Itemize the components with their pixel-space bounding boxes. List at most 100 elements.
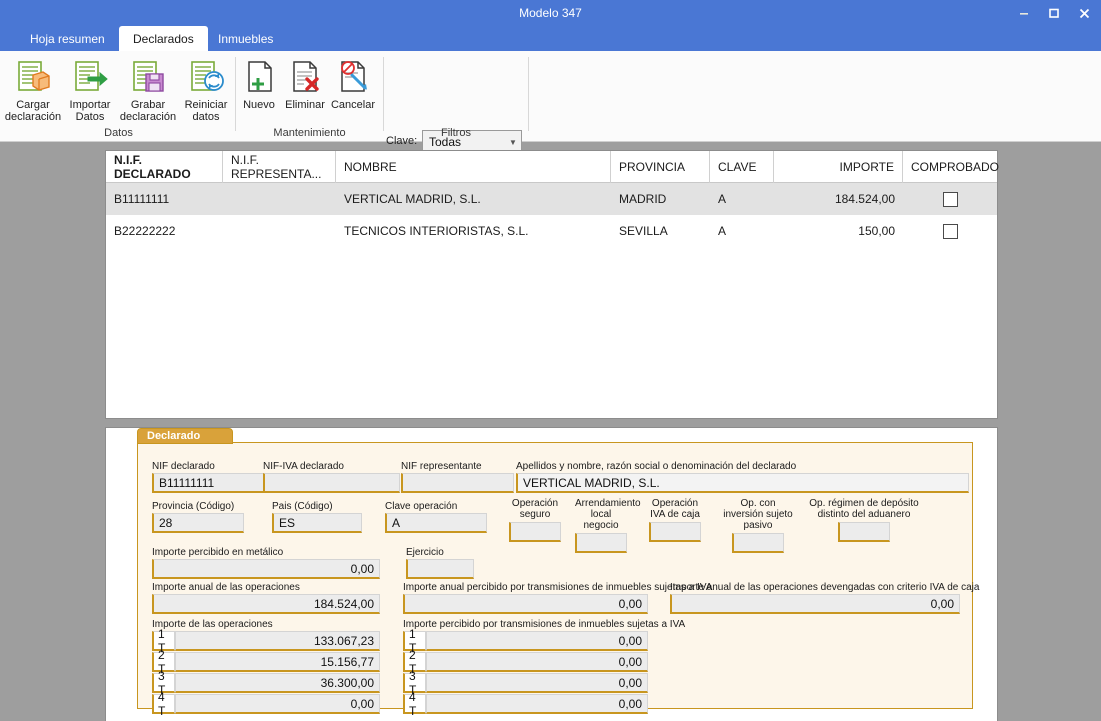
ribbon-label-line1: Importar	[69, 99, 111, 111]
comprobado-checkbox[interactable]	[942, 223, 958, 239]
input-provincia-codigo[interactable]: 28	[152, 513, 244, 533]
ribbon-cargar-declaracion[interactable]: Cargar declaración	[2, 55, 64, 123]
tab-hoja-resumen[interactable]: Hoja resumen	[16, 26, 119, 51]
label-op-regimen-deposito: Op. régimen de depósito distinto del adu…	[809, 498, 919, 520]
ribbon-label-line2: datos	[192, 111, 220, 123]
input-nif-declarado[interactable]: B11111111	[152, 473, 264, 493]
delete-document-icon	[279, 55, 331, 99]
ribbon-label-line2: Datos	[75, 111, 105, 123]
ribbon-label-line1: Cancelar	[330, 99, 376, 111]
grid-col-provincia[interactable]: PROVINCIA	[611, 151, 710, 183]
quarter-input[interactable]: 0,00	[426, 652, 648, 672]
ribbon-separator	[383, 57, 384, 131]
cell-nombre: TECNICOS INTERIORISTAS, S.L.	[344, 224, 529, 238]
label-importe-anual-transmisiones: Importe anual percibido por transmisione…	[403, 582, 713, 593]
field-op-inversion-sujeto-pasivo: Op. con inversión sujeto pasivo	[722, 498, 794, 553]
grid-col-importe[interactable]: IMPORTE	[774, 151, 903, 183]
ribbon-group-label-filtros: Filtros	[441, 127, 471, 139]
quarters-importe-transmisiones: Importe percibido por transmisiones de i…	[403, 619, 685, 718]
ribbon-label-line1: Cargar	[16, 99, 50, 111]
tab-inmuebles[interactable]: Inmuebles	[204, 26, 287, 51]
quarter-row: 1 T 0,00	[403, 627, 648, 655]
ribbon-label-line2: declaración	[119, 111, 177, 123]
input-nif-representante[interactable]	[401, 473, 514, 493]
quarter-label: 4 T	[403, 690, 426, 718]
cell-comprobado[interactable]	[903, 183, 997, 215]
label-clave-operacion: Clave operación	[385, 501, 458, 512]
quarter-input[interactable]: 36.300,00	[175, 673, 380, 693]
input-nombre-declarado[interactable]: VERTICAL MADRID, S.L.	[516, 473, 969, 493]
label-op-inversion-sujeto-pasivo: Op. con inversión sujeto pasivo	[723, 498, 793, 531]
quarter-input[interactable]: 133.067,23	[175, 631, 380, 651]
load-declaration-icon	[2, 55, 64, 99]
quarter-input[interactable]: 0,00	[426, 694, 648, 714]
reset-data-icon	[175, 55, 237, 99]
input-importe-anual-iva-caja[interactable]: 0,00	[670, 594, 960, 614]
ribbon-label-line2: declaración	[4, 111, 62, 123]
ribbon-eliminar[interactable]: Eliminar	[279, 55, 331, 111]
field-op-regimen-deposito: Op. régimen de depósito distinto del adu…	[809, 498, 919, 542]
cancel-document-icon	[328, 55, 378, 99]
field-nif-declarado: NIF declarado B11111111	[152, 461, 264, 493]
ribbon-reiniciar-datos[interactable]: Reiniciar datos	[175, 55, 237, 123]
input-importe-metalico[interactable]: 0,00	[152, 559, 380, 579]
ribbon-grabar-declaracion[interactable]: Grabar declaración	[117, 55, 179, 123]
field-operacion-iva-caja: Operación IVA de caja	[649, 498, 701, 542]
field-operacion-seguro: Operación seguro	[509, 498, 561, 542]
input-operacion-iva-caja[interactable]	[649, 522, 701, 542]
grid-col-nif-representante[interactable]: N.I.F. REPRESENTA...	[223, 151, 336, 183]
label-importe-anual-iva-caja: Importe anual de las operaciones devenga…	[670, 582, 980, 593]
input-op-inversion-sujeto-pasivo[interactable]	[732, 533, 784, 553]
table-row[interactable]: B22222222 TECNICOS INTERIORISTAS, S.L. S…	[106, 215, 997, 247]
comprobado-checkbox[interactable]	[942, 191, 958, 207]
input-nif-iva-declarado[interactable]	[263, 473, 400, 493]
quarter-input[interactable]: 0,00	[426, 631, 648, 651]
cell-comprobado[interactable]	[903, 215, 997, 247]
label-nif-declarado: NIF declarado	[152, 461, 215, 472]
label-operacion-iva-caja: Operación IVA de caja	[650, 498, 700, 520]
cell-nif: B11111111	[114, 192, 170, 206]
input-op-regimen-deposito[interactable]	[838, 522, 890, 542]
field-ejercicio: Ejercicio	[406, 547, 474, 579]
tab-declarados[interactable]: Declarados	[119, 26, 208, 52]
field-nombre-declarado: Apellidos y nombre, razón social o denom…	[516, 461, 969, 493]
input-ejercicio[interactable]	[406, 559, 474, 579]
close-icon[interactable]	[1069, 0, 1099, 26]
ribbon-nuevo[interactable]: Nuevo	[237, 55, 281, 111]
ribbon-importar-datos[interactable]: Importar Datos	[59, 55, 121, 123]
input-clave-operacion[interactable]: A	[385, 513, 487, 533]
quarter-row: 2 T 15.156,77	[152, 648, 380, 676]
minimize-icon[interactable]	[1009, 0, 1039, 26]
grid-col-clave[interactable]: CLAVE	[710, 151, 774, 183]
cell-nif-representante	[223, 215, 336, 247]
grid-header-row: N.I.F. DECLARADO N.I.F. REPRESENTA... NO…	[106, 151, 999, 183]
table-row[interactable]: B11111111 VERTICAL MADRID, S.L. MADRID A…	[106, 183, 997, 215]
input-operacion-seguro[interactable]	[509, 522, 561, 542]
input-importe-anual-operaciones[interactable]: 184.524,00	[152, 594, 380, 614]
label-importe-anual-operaciones: Importe anual de las operaciones	[152, 582, 300, 593]
quarter-input[interactable]: 0,00	[426, 673, 648, 693]
label-operacion-seguro: Operación seguro	[511, 498, 559, 520]
grid-col-nif-declarado[interactable]: N.I.F. DECLARADO	[106, 151, 223, 183]
grid-col-comprobado[interactable]: COMPROBADO	[903, 151, 999, 183]
quarter-input[interactable]: 15.156,77	[175, 652, 380, 672]
ribbon-label-line1: Nuevo	[243, 99, 275, 111]
quarter-row: 4 T 0,00	[403, 690, 648, 718]
cell-importe: 150,00	[858, 224, 895, 238]
cell-clave: A	[718, 192, 727, 206]
cell-nif: B22222222	[114, 224, 176, 238]
input-importe-anual-transmisiones[interactable]: 0,00	[403, 594, 648, 614]
maximize-icon[interactable]	[1039, 0, 1069, 26]
ribbon-group-label-datos: Datos	[104, 127, 133, 139]
quarter-input[interactable]: 0,00	[175, 694, 380, 714]
grid-col-nombre[interactable]: NOMBRE	[336, 151, 611, 183]
new-document-icon	[237, 55, 281, 99]
quarter-row: 2 T 0,00	[403, 648, 648, 676]
input-pais-codigo[interactable]: ES	[272, 513, 362, 533]
save-declaration-icon	[117, 55, 179, 99]
input-arrendamiento-local-negocio[interactable]	[575, 533, 627, 553]
window-controls	[1009, 0, 1099, 26]
ribbon-cancelar[interactable]: Cancelar	[328, 55, 378, 111]
label-nif-representante: NIF representante	[401, 461, 482, 472]
cell-provincia: SEVILLA	[619, 224, 668, 238]
